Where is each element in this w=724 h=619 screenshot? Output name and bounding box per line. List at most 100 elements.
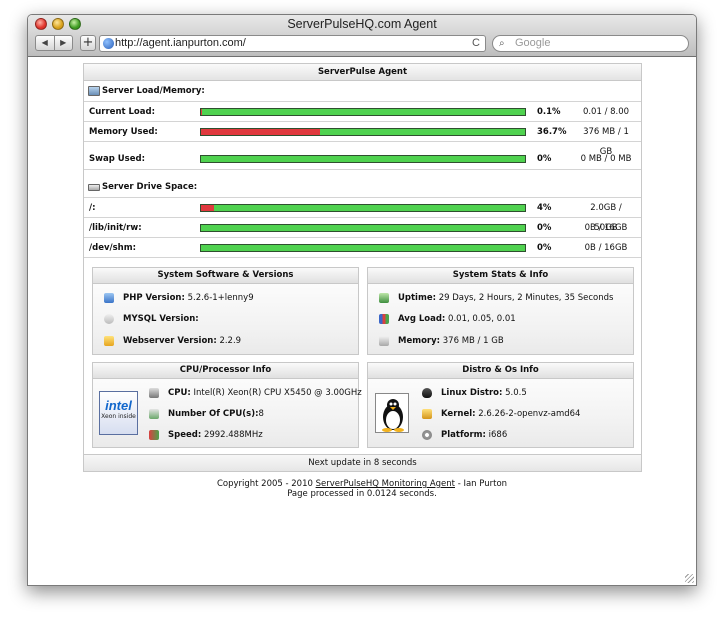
memory-icon — [379, 335, 389, 346]
update-status: Next update in 8 seconds — [84, 454, 641, 471]
cpu-item: Number Of CPU(s):8 — [149, 407, 264, 421]
item-label: Avg Load: — [398, 314, 446, 324]
drive-amount: 0B / 16GB — [584, 223, 628, 233]
metric-percent: 0% — [537, 154, 552, 164]
agent-panel: ServerPulse Agent Server Load/Memory: Cu… — [83, 63, 642, 472]
cpu-item: CPU: Intel(R) Xeon(R) CPU X5450 @ 3.00GH… — [149, 386, 362, 400]
distro-item: Kernel: 2.6.26-2-openvz-amd64 — [422, 407, 580, 421]
metric-percent: 36.7% — [537, 127, 567, 137]
drive-row: /lib/init/rw: 0% 0B / 16GB — [84, 217, 641, 237]
usage-bar — [200, 128, 526, 136]
item-label: MYSQL Version: — [123, 314, 199, 324]
panel-title: ServerPulse Agent — [84, 64, 641, 81]
metric-amount: 0 MB / 0 MB — [580, 154, 632, 164]
cpu-item: Speed: 2992.488MHz — [149, 428, 263, 442]
address-bar[interactable]: http://agent.ianpurton.com/ C — [99, 35, 486, 52]
cpu-box: CPU/Processor Info intel Xeon inside CPU… — [92, 362, 362, 448]
agent-link[interactable]: ServerPulseHQ Monitoring Agent — [316, 479, 455, 489]
logo-subtext: Xeon inside — [101, 413, 136, 420]
item-label: Uptime: — [398, 293, 436, 303]
software-item: Webserver Version: 2.2.9 — [104, 334, 241, 348]
usage-bar-fill — [201, 205, 214, 211]
software-box: System Software & Versions PHP Version: … — [92, 267, 359, 355]
tux-penguin-logo — [375, 393, 409, 433]
cpu-icon — [149, 387, 159, 398]
browser-window: ServerPulseHQ.com Agent ◀ ▶ + http://age… — [27, 14, 697, 586]
add-bookmark-button[interactable]: + — [80, 35, 96, 51]
item-label: Memory: — [398, 336, 441, 346]
item-value: 2992.488MHz — [203, 430, 263, 440]
item-value: 8 — [258, 409, 264, 419]
browser-toolbar: ServerPulseHQ.com Agent ◀ ▶ + http://age… — [28, 15, 696, 57]
drive-label: /lib/init/rw: — [89, 223, 142, 233]
usage-bar — [200, 244, 526, 252]
tux-graphic — [382, 399, 404, 432]
forward-button[interactable]: ▶ — [55, 36, 73, 50]
metric-row: Current Load: 0.1% 0.01 / 8.00 — [84, 101, 641, 121]
cpu-count-icon — [149, 408, 159, 419]
distro-box: Distro & Os Info Linux Distro: 5.0.5 Ker… — [367, 362, 634, 448]
item-value: i686 — [488, 430, 508, 440]
item-value: 5.2.6-1+lenny9 — [187, 293, 254, 303]
usage-bar — [200, 155, 526, 163]
usage-bar — [200, 108, 526, 116]
item-label: Kernel: — [441, 409, 476, 419]
software-item: MYSQL Version: — [104, 312, 199, 326]
processing-time: Page processed in 0.0124 seconds. — [287, 489, 437, 499]
metric-percent: 0.1% — [537, 107, 561, 117]
copyright-suffix: - Ian Purton — [457, 479, 508, 489]
divider — [84, 169, 641, 170]
item-value: 0.01, 0.05, 0.01 — [448, 314, 516, 324]
logo-text: intel — [105, 398, 132, 413]
intel-xeon-logo: intel Xeon inside — [99, 391, 138, 435]
drive-row: /: 4% 2.0GB / 50GB — [84, 197, 641, 233]
stats-box: System Stats & Info Uptime: 29 Days, 2 H… — [367, 267, 634, 355]
drive-section-heading: Server Drive Space: — [84, 177, 641, 197]
copyright-prefix: Copyright 2005 - 2010 — [216, 479, 313, 489]
metric-amount: 0.01 / 8.00 — [582, 107, 630, 117]
drive-amount: 0B / 16GB — [584, 243, 628, 253]
drive-row: /dev/shm: 0% 0B / 16GB — [84, 237, 641, 257]
drive-percent: 0% — [537, 243, 552, 253]
software-item: PHP Version: 5.2.6-1+lenny9 — [104, 291, 254, 305]
metric-row: Swap Used: 0% 0 MB / 0 MB — [84, 149, 641, 169]
page-content: ServerPulse Agent Server Load/Memory: Cu… — [28, 58, 696, 585]
cpu-title: CPU/Processor Info — [93, 363, 358, 379]
distro-item: Platform: i686 — [422, 428, 507, 442]
gear-icon — [422, 429, 432, 440]
distro-item: Linux Distro: 5.0.5 — [422, 386, 527, 400]
item-label: CPU: — [168, 388, 191, 398]
item-value: 376 MB / 1 GB — [442, 336, 504, 346]
php-icon — [104, 292, 114, 303]
metric-label: Memory Used: — [89, 127, 158, 137]
item-label: Platform: — [441, 430, 486, 440]
usage-bar — [200, 204, 526, 212]
load-section-heading: Server Load/Memory: — [84, 81, 641, 101]
bar-chart-icon — [379, 313, 389, 324]
window-title: ServerPulseHQ.com Agent — [287, 17, 437, 31]
search-placeholder: Google — [515, 37, 551, 49]
item-value: Intel(R) Xeon(R) CPU X5450 @ 3.00GHz — [193, 388, 362, 398]
metric-row: Memory Used: 36.7% 376 MB / 1 GB — [84, 121, 641, 157]
resize-grip[interactable] — [685, 574, 694, 583]
item-value: 5.0.5 — [505, 388, 527, 398]
drive-section-label: Server Drive Space: — [102, 182, 198, 192]
divider — [84, 257, 641, 258]
webserver-icon — [104, 335, 114, 346]
drive-label: /dev/shm: — [89, 243, 136, 253]
url-text: http://agent.ianpurton.com/ — [115, 37, 246, 49]
search-input[interactable]: ⌕ Google — [492, 35, 689, 52]
item-label: Number Of CPU(s): — [168, 409, 259, 419]
speed-icon — [149, 429, 159, 440]
distro-title: Distro & Os Info — [368, 363, 633, 379]
monitor-icon — [88, 86, 100, 96]
database-icon — [104, 313, 114, 324]
back-button[interactable]: ◀ — [36, 36, 55, 50]
stats-item: Avg Load: 0.01, 0.05, 0.01 — [379, 312, 516, 326]
item-label: Speed: — [168, 430, 202, 440]
usage-bar — [200, 224, 526, 232]
item-label: Linux Distro: — [441, 388, 503, 398]
reload-icon[interactable]: C — [472, 36, 480, 51]
item-value: 29 Days, 2 Hours, 2 Minutes, 35 Seconds — [438, 293, 614, 303]
drive-percent: 4% — [537, 203, 552, 213]
